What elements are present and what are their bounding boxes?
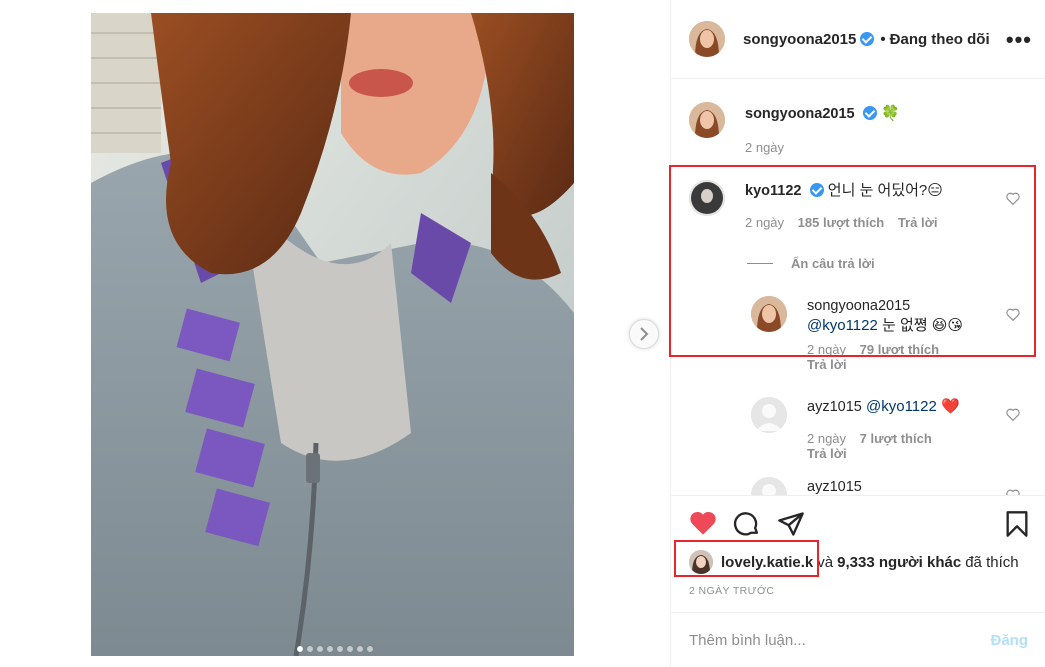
liked-connector: và [817, 553, 834, 571]
photo-illustration [91, 13, 574, 656]
carousel-dot [307, 646, 313, 652]
liker-avatar[interactable] [689, 550, 713, 574]
clover-emoji: 🍀 [880, 105, 900, 122]
carousel-dot [337, 646, 343, 652]
verified-badge-icon [809, 183, 824, 197]
commenter-avatar[interactable] [689, 180, 725, 216]
heart-emoji: ❤️ [941, 398, 960, 415]
comment-likes[interactable]: 185 lượt thích [798, 215, 885, 230]
avatar-photo [751, 296, 787, 332]
comment-username[interactable]: kyo1122 [745, 183, 801, 199]
mention-link[interactable]: @kyo1122 [807, 317, 878, 334]
post-comment-button[interactable]: Đăng [991, 632, 1029, 649]
likes-count-link[interactable]: 9,333 người khác [837, 554, 961, 571]
post-side-panel: songyoona2015 • Đang theo dõi ••• songyo… [670, 0, 1045, 667]
reply-text: 눈 없쪙 [882, 317, 928, 334]
comment-text: 언니 눈 어딨어? [827, 182, 928, 199]
hide-replies-label: Ẩn câu trả lời [791, 256, 875, 271]
expressionless-emoji: 😑 [927, 182, 943, 199]
reply-username-line: songyoona2015 [807, 296, 963, 316]
more-horizontal-icon[interactable]: ••• [1006, 27, 1032, 53]
comments-list[interactable]: songyoona2015 🍀 2 ngày kyo1122 언니 눈 어딨어?… [671, 80, 1045, 495]
carousel-dot [367, 646, 373, 652]
liked-by: lovely.katie.k và 9,333 người khác đã th… [689, 550, 1019, 574]
post-photo[interactable] [91, 13, 574, 656]
comment-item: kyo1122 언니 눈 어딨어?😑 2 ngày 185 lượt thích… [689, 180, 943, 230]
chevron-right-icon [640, 327, 649, 341]
reply-item: ayz1015 [751, 477, 862, 495]
carousel-indicator [0, 646, 670, 652]
reply-avatar[interactable] [751, 296, 787, 332]
reply-likes[interactable]: 79 lượt thích [860, 342, 939, 357]
action-icons [689, 510, 805, 538]
post-timestamp[interactable]: 2 NGÀY TRƯỚC [689, 585, 774, 597]
heart-outline-icon[interactable] [1006, 192, 1020, 205]
post-actions: lovely.katie.k và 9,333 người khác đã th… [671, 495, 1045, 667]
liked-suffix: đã thích [965, 553, 1019, 571]
reply-username[interactable]: songyoona2015 [807, 298, 910, 314]
divider-line [747, 263, 773, 264]
carousel-dot [317, 646, 323, 652]
carousel-next-button[interactable] [629, 319, 659, 349]
liker-username[interactable]: lovely.katie.k [721, 554, 813, 571]
caption-username[interactable]: songyoona2015 [745, 106, 855, 122]
post-media [0, 0, 670, 667]
reply-avatar[interactable] [751, 397, 787, 433]
caption: songyoona2015 🍀 2 ngày [689, 102, 900, 155]
post-header: songyoona2015 • Đang theo dõi ••• [671, 0, 1045, 79]
reply-button[interactable]: Trả lời [807, 446, 847, 461]
carousel-dot [327, 646, 333, 652]
author-avatar[interactable] [689, 21, 725, 57]
author-username[interactable]: songyoona2015 [743, 31, 856, 48]
reply-time[interactable]: 2 ngày [807, 431, 846, 446]
verified-badge-icon [862, 106, 877, 120]
reply-button[interactable]: Trả lời [898, 215, 938, 230]
comment-icon[interactable] [733, 510, 761, 538]
heart-outline-icon[interactable] [1006, 308, 1020, 321]
add-comment-bar: Đăng [671, 612, 1045, 667]
verified-badge-icon [860, 32, 875, 46]
reply-username[interactable]: ayz1015 [807, 479, 862, 495]
header-separator: • [880, 30, 886, 48]
default-avatar-icon [751, 397, 787, 433]
heart-outline-icon[interactable] [1006, 408, 1020, 421]
caption-avatar[interactable] [689, 102, 725, 138]
avatar-photo [689, 550, 713, 574]
reply-likes[interactable]: 7 lượt thích [860, 431, 932, 446]
carousel-dot [347, 646, 353, 652]
reply-button[interactable]: Trả lời [807, 357, 847, 372]
reply-item: ayz1015 @kyo1122 ❤️ 2 ngày 7 lượt thích … [751, 397, 960, 461]
follow-status-button[interactable]: Đang theo dõi [890, 31, 990, 48]
reply-time[interactable]: 2 ngày [807, 342, 846, 357]
reply-emoji: 😆😘 [931, 317, 964, 334]
avatar-photo [689, 21, 725, 57]
comment-input[interactable] [689, 632, 991, 649]
caption-time[interactable]: 2 ngày [745, 140, 784, 155]
mention-link[interactable]: @kyo1122 [866, 398, 937, 415]
share-icon[interactable] [777, 510, 805, 538]
reply-username[interactable]: ayz1015 [807, 399, 862, 415]
hide-replies-toggle[interactable]: Ẩn câu trả lời [747, 256, 875, 271]
heart-filled-icon[interactable] [689, 510, 717, 536]
reply-item: songyoona2015 @kyo1122 눈 없쪙 😆😘 2 ngày 79… [751, 296, 963, 372]
default-avatar-icon [751, 477, 787, 495]
bookmark-icon[interactable] [1004, 510, 1030, 538]
carousel-dot [357, 646, 363, 652]
carousel-dot [297, 646, 303, 652]
comment-time[interactable]: 2 ngày [745, 215, 784, 230]
avatar-photo [689, 102, 725, 138]
reply-avatar[interactable] [751, 477, 787, 495]
avatar-photo [689, 180, 725, 216]
